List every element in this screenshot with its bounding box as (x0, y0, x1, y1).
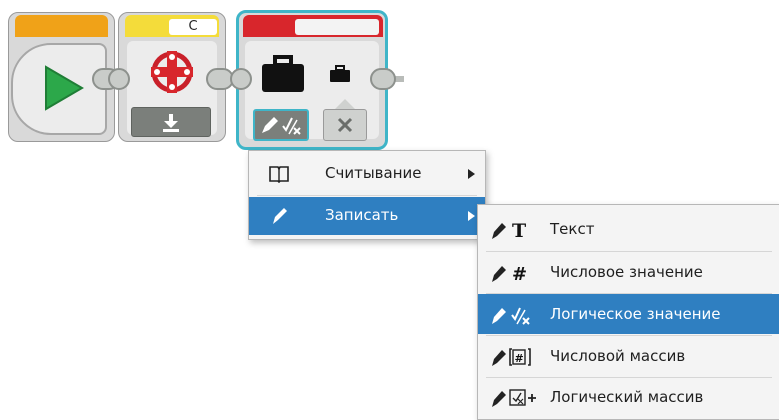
variable-value-button[interactable] (323, 109, 367, 141)
menu-separator (257, 195, 477, 196)
pencil-icon (273, 208, 287, 224)
output-connector[interactable] (370, 68, 396, 90)
submenu-arrow-icon (468, 211, 475, 221)
submenu-item-logic-array[interactable]: Логический массив (478, 378, 779, 416)
variable-mode-button[interactable] (253, 109, 309, 141)
submenu-item-label: Числовое значение (550, 263, 703, 281)
variable-name-field[interactable] (295, 19, 379, 35)
menu-item-label: Считывание (325, 164, 422, 182)
program-canvas: C (0, 0, 779, 160)
input-connector[interactable] (108, 68, 130, 90)
submenu-item-text[interactable]: T Текст (478, 209, 779, 249)
motor-mode-button[interactable] (131, 107, 211, 137)
submenu-item-numeric[interactable]: # Числовое значение (478, 252, 779, 292)
submenu-item-logic[interactable]: Логическое значение (478, 294, 779, 334)
submenu-item-numeric-array[interactable]: # Числовой массив (478, 336, 779, 376)
pencil-number-icon: # (492, 264, 527, 284)
start-block-tab (15, 15, 108, 37)
menu-item-read[interactable]: Считывание (249, 155, 485, 193)
submenu-item-label: Числовой массив (550, 347, 686, 365)
submenu-item-label: Логический массив (550, 388, 704, 406)
pencil-text-icon: T (492, 220, 526, 241)
variable-block[interactable] (236, 10, 388, 150)
close-icon (337, 117, 353, 133)
submenu-arrow-icon (468, 169, 475, 179)
play-icon[interactable] (42, 65, 84, 111)
svg-text:#: # (512, 264, 527, 284)
context-menu: Считывание Записать (248, 150, 486, 240)
value-pointer (335, 99, 355, 109)
svg-text:T: T (512, 220, 526, 241)
briefcase-small-icon (330, 65, 350, 82)
submenu-item-label: Логическое значение (550, 305, 721, 323)
motor-port-field[interactable]: C (169, 19, 217, 35)
pencil-logic-array-icon (492, 389, 536, 407)
write-submenu: T Текст # Числовое значение Логическое з… (477, 204, 779, 420)
submenu-item-label: Текст (550, 220, 595, 238)
pencil-boolean-icon (262, 117, 301, 135)
download-icon (163, 114, 179, 132)
pencil-numeric-array-icon: # (492, 348, 531, 366)
menu-item-write[interactable]: Записать (249, 197, 485, 235)
pencil-logic-icon (492, 307, 530, 325)
svg-text:#: # (515, 352, 524, 365)
menu-item-label: Записать (325, 206, 399, 224)
input-connector[interactable] (230, 68, 252, 90)
book-icon (269, 166, 289, 183)
motor-icon (151, 51, 193, 93)
briefcase-icon (262, 55, 304, 92)
